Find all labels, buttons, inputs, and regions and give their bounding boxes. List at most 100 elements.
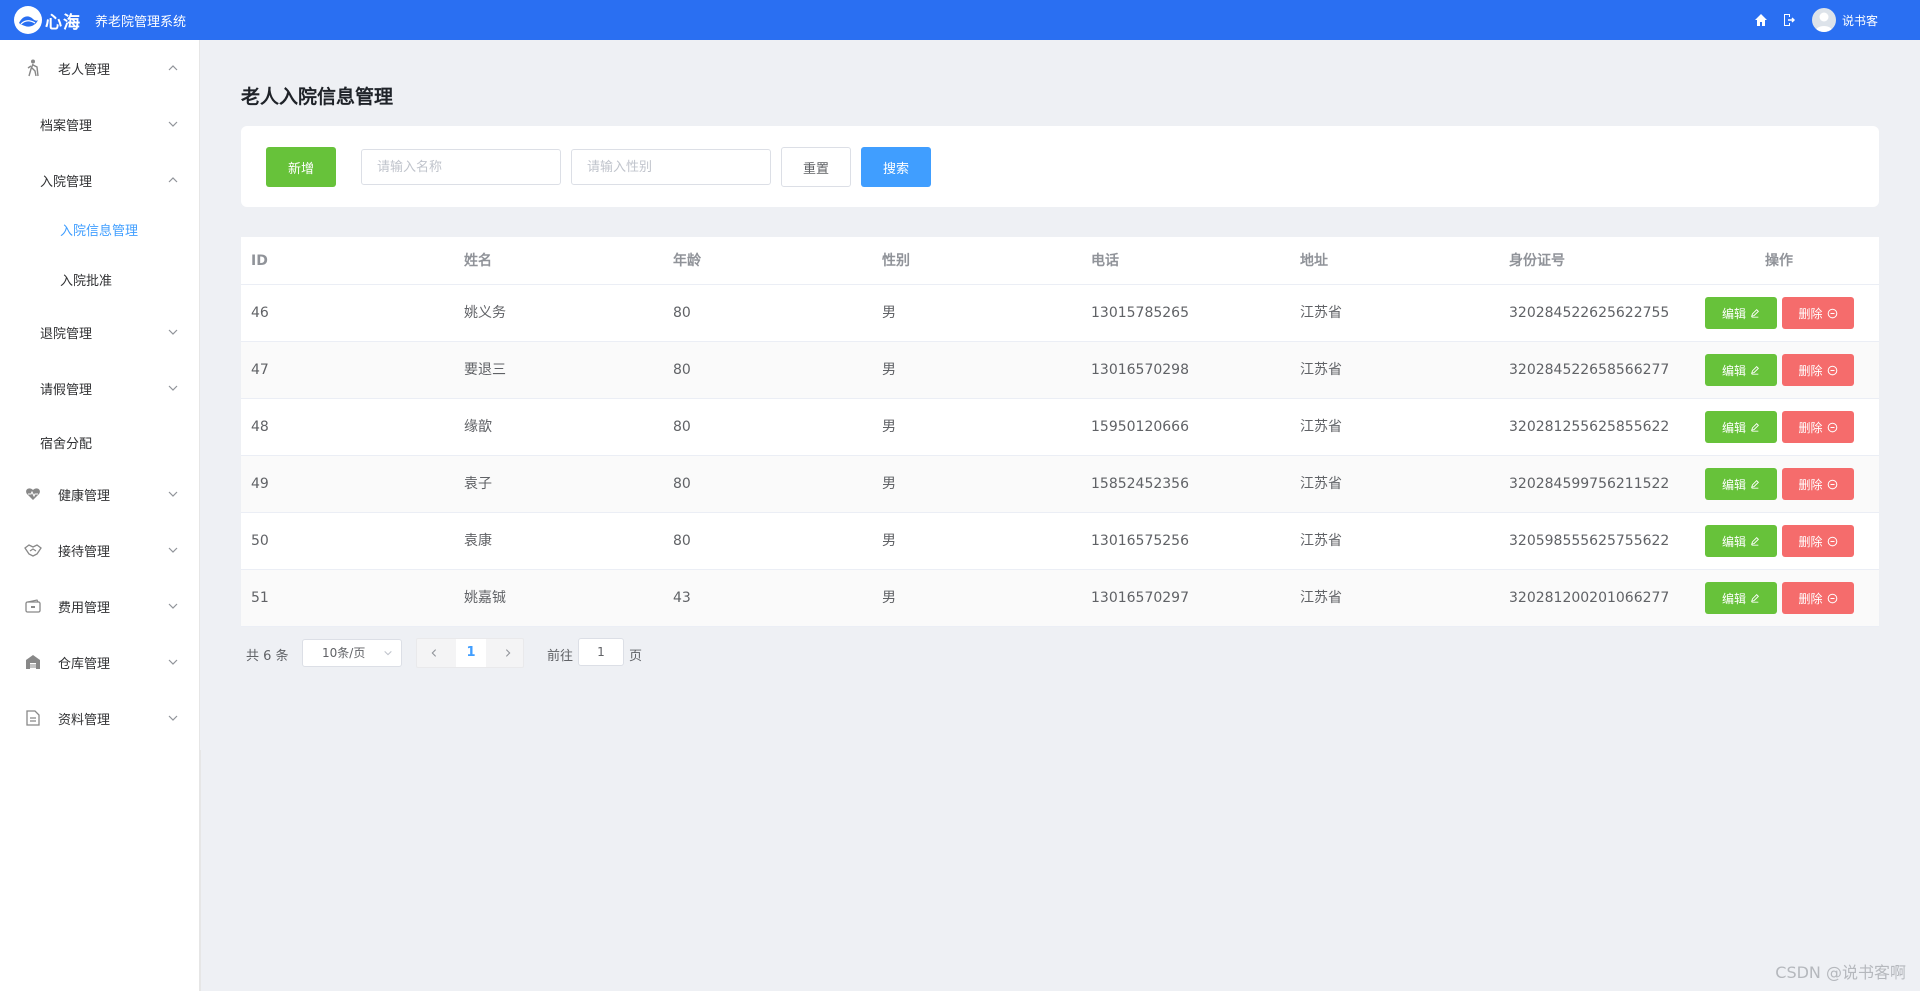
pager-buttons: 1 bbox=[416, 638, 524, 668]
edit-button[interactable]: 编辑 bbox=[1705, 411, 1777, 443]
table-cell: 男 bbox=[882, 305, 896, 321]
page-size-select[interactable]: 10条/页 bbox=[302, 639, 402, 667]
edit-button-label: 编辑 bbox=[1721, 534, 1746, 549]
logo[interactable]: 心海 bbox=[14, 0, 81, 40]
sidebar-item-warehouse[interactable]: 仓库管理 bbox=[0, 634, 200, 690]
goto-page-input[interactable] bbox=[578, 638, 624, 666]
sidebar-item-label: 健康管理 bbox=[58, 488, 111, 504]
chevron-down-icon bbox=[168, 715, 178, 721]
page-size-value: 10条/页 bbox=[322, 646, 366, 660]
chevron-up-icon bbox=[168, 177, 178, 183]
minus-circle-icon bbox=[1827, 536, 1837, 546]
next-page-button[interactable] bbox=[493, 639, 523, 667]
sidebar-item-elderly[interactable]: 老人管理 bbox=[0, 40, 200, 96]
delete-button-label: 删除 bbox=[1798, 477, 1823, 492]
logout-icon[interactable] bbox=[1780, 11, 1798, 29]
table-cell: 袁子 bbox=[464, 476, 492, 492]
table-cell: 320284522658566277 bbox=[1509, 362, 1670, 378]
sidebar-item-archives[interactable]: 档案管理 bbox=[0, 96, 200, 152]
table-cell: 13016570297 bbox=[1091, 590, 1189, 606]
edit-button[interactable]: 编辑 bbox=[1705, 297, 1777, 329]
add-button[interactable]: 新增 bbox=[266, 147, 336, 187]
edit-button[interactable]: 编辑 bbox=[1705, 468, 1777, 500]
delete-button-label: 删除 bbox=[1798, 420, 1823, 435]
sidebar-item-label: 入院信息管理 bbox=[60, 223, 139, 239]
sidebar-item-admission-info[interactable]: 入院信息管理 bbox=[0, 204, 200, 254]
table-cell: 男 bbox=[882, 590, 896, 606]
sidebar-item-health[interactable]: 健康管理 bbox=[0, 466, 200, 522]
sidebar-item-reception[interactable]: 接待管理 bbox=[0, 522, 200, 578]
table-cell: 50 bbox=[251, 533, 269, 549]
edit-button[interactable]: 编辑 bbox=[1705, 354, 1777, 386]
name-search-input[interactable] bbox=[361, 149, 561, 185]
table-cell: 男 bbox=[882, 476, 896, 492]
delete-button[interactable]: 删除 bbox=[1782, 354, 1854, 386]
top-header: 心海 养老院管理系统 说书客 bbox=[0, 0, 1920, 40]
table-cell: 男 bbox=[882, 533, 896, 549]
logo-wave-icon bbox=[14, 6, 42, 34]
table-cell: 46 bbox=[251, 305, 269, 321]
chevron-down-icon bbox=[168, 491, 178, 497]
delete-button[interactable]: 删除 bbox=[1782, 525, 1854, 557]
table-cell: 320284599756211522 bbox=[1509, 476, 1670, 492]
sidebar-item-label: 老人管理 bbox=[58, 62, 111, 78]
sidebar-item-documents[interactable]: 资料管理 bbox=[0, 690, 200, 746]
sidebar-item-label: 仓库管理 bbox=[58, 656, 111, 672]
gender-search-input[interactable] bbox=[571, 149, 771, 185]
table-cell: 47 bbox=[251, 362, 269, 378]
minus-circle-icon bbox=[1827, 308, 1837, 318]
delete-button[interactable]: 删除 bbox=[1782, 582, 1854, 614]
edit-button[interactable]: 编辑 bbox=[1705, 525, 1777, 557]
pencil-icon bbox=[1750, 366, 1759, 375]
edit-button-label: 编辑 bbox=[1721, 420, 1746, 435]
search-toolbar: 新增 重置 搜索 bbox=[241, 126, 1879, 207]
delete-button[interactable]: 删除 bbox=[1782, 468, 1854, 500]
sidebar-item-discharge[interactable]: 退院管理 bbox=[0, 304, 200, 360]
home-icon[interactable] bbox=[1752, 11, 1770, 29]
search-button[interactable]: 搜索 bbox=[861, 147, 931, 187]
delete-button-label: 删除 bbox=[1798, 534, 1823, 549]
delete-button-label: 删除 bbox=[1798, 591, 1823, 606]
delete-button-label: 删除 bbox=[1798, 363, 1823, 378]
sidebar-item-label: 入院批准 bbox=[60, 273, 113, 289]
chevron-down-icon bbox=[168, 547, 178, 553]
admission-table: ID 姓名 年龄 性别 电话 地址 身份证号 操作 46 姚义务 80 男 130157… bbox=[241, 237, 1879, 627]
table-cell: 江苏省 bbox=[1300, 533, 1342, 549]
avatar[interactable] bbox=[1811, 8, 1836, 32]
table-cell: 姚嘉铖 bbox=[464, 590, 506, 606]
walking-person-icon bbox=[24, 59, 42, 77]
table-cell: 320284522625622755 bbox=[1509, 305, 1670, 321]
reset-button[interactable]: 重置 bbox=[781, 147, 851, 187]
sidebar-item-label: 退院管理 bbox=[40, 326, 93, 342]
table-cell: 320281200201066277 bbox=[1509, 590, 1670, 606]
sidebar-item-dormitory[interactable]: 宿舍分配 bbox=[0, 414, 200, 470]
table-row: 48 缘歆 80 男 15950120666 江苏省 320281255625855622 编… bbox=[241, 399, 1879, 456]
warehouse-icon bbox=[24, 653, 42, 671]
table-cell: 袁康 bbox=[464, 533, 492, 549]
page-title: 老人入院信息管理 bbox=[241, 86, 394, 108]
table-cell: 15852452356 bbox=[1091, 476, 1189, 492]
prev-page-button[interactable] bbox=[419, 639, 449, 667]
sidebar-item-admission-approval[interactable]: 入院批准 bbox=[0, 254, 200, 304]
delete-button[interactable]: 删除 bbox=[1782, 297, 1854, 329]
page-number[interactable]: 1 bbox=[456, 639, 486, 667]
table-cell: 13016570298 bbox=[1091, 362, 1189, 378]
chevron-down-icon bbox=[168, 603, 178, 609]
username[interactable]: 说书客 bbox=[1842, 12, 1878, 29]
table-cell: 要退三 bbox=[464, 362, 506, 378]
sidebar-item-label: 接待管理 bbox=[58, 544, 111, 560]
edit-button[interactable]: 编辑 bbox=[1705, 582, 1777, 614]
goto-label: 前往 bbox=[547, 649, 574, 664]
sidebar-item-leave[interactable]: 请假管理 bbox=[0, 360, 200, 416]
pencil-icon bbox=[1750, 594, 1759, 603]
sidebar-item-label: 档案管理 bbox=[40, 118, 93, 134]
chevron-down-icon bbox=[168, 329, 178, 335]
delete-button[interactable]: 删除 bbox=[1782, 411, 1854, 443]
table-row: 51 姚嘉铖 43 男 13016570297 江苏省 320281200201066277… bbox=[241, 570, 1879, 627]
pencil-icon bbox=[1750, 423, 1759, 432]
table-row: 50 袁康 80 男 13016575256 江苏省 320598555625755622 编… bbox=[241, 513, 1879, 570]
table-cell: 姚义务 bbox=[464, 305, 506, 321]
sidebar-item-admission[interactable]: 入院管理 bbox=[0, 152, 200, 208]
sidebar-item-fees[interactable]: 费用管理 bbox=[0, 578, 200, 634]
sidebar-item-label: 费用管理 bbox=[58, 600, 111, 616]
